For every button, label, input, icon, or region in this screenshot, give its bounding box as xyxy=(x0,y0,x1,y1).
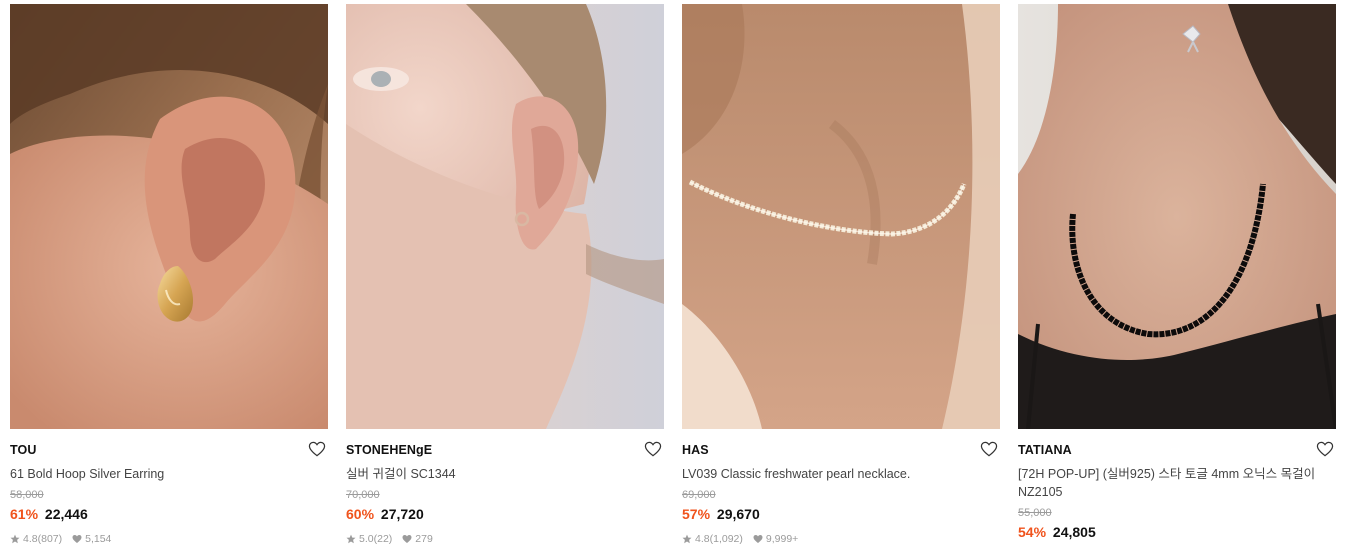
product-name[interactable]: 실버 귀걸이 SC1344 xyxy=(346,465,664,483)
brand-name[interactable]: STONEHENgE xyxy=(346,442,664,458)
product-stats: 4.8 (807) 5,154 xyxy=(10,532,328,546)
review-count: (1,092) xyxy=(709,533,743,545)
price-line: 54% 24,805 xyxy=(1018,523,1336,541)
discount-rate: 54% xyxy=(1018,524,1047,540)
original-price: 70,000 xyxy=(346,489,380,501)
price-line: 60% 27,720 xyxy=(346,505,664,523)
heart-outline-icon[interactable] xyxy=(308,441,326,457)
product-grid: TOU 61 Bold Hoop Silver Earring 58,000 6… xyxy=(0,0,1345,557)
star-icon xyxy=(682,534,692,544)
star-icon xyxy=(10,534,20,544)
original-price: 58,000 xyxy=(10,489,44,501)
brand-name[interactable]: TOU xyxy=(10,442,328,458)
heart-filled-icon xyxy=(72,534,82,544)
product-card[interactable]: TOU 61 Bold Hoop Silver Earring 58,000 6… xyxy=(10,4,328,557)
heart-outline-icon[interactable] xyxy=(1316,441,1334,457)
sale-price: 27,720 xyxy=(380,506,424,522)
rating-value: 4.8 xyxy=(695,533,710,545)
product-image[interactable] xyxy=(10,4,328,429)
heart-filled-icon xyxy=(402,534,412,544)
star-icon xyxy=(346,534,356,544)
product-name[interactable]: [72H POP-UP] (실버925) 스타 토글 4mm 오닉스 목걸이 N… xyxy=(1018,465,1336,501)
discount-rate: 57% xyxy=(682,506,711,522)
product-card[interactable]: HAS LV039 Classic freshwater pearl neckl… xyxy=(682,4,1000,557)
review-count: (807) xyxy=(37,533,63,545)
sale-price: 29,670 xyxy=(716,506,760,522)
like-count: 5,154 xyxy=(85,533,112,545)
heart-filled-icon xyxy=(753,534,763,544)
product-name[interactable]: LV039 Classic freshwater pearl necklace. xyxy=(682,465,1000,483)
discount-rate: 61% xyxy=(10,506,39,522)
original-price: 55,000 xyxy=(1018,507,1052,519)
heart-outline-icon[interactable] xyxy=(644,441,662,457)
product-stats: 4.8 (1,092) 9,999+ xyxy=(682,532,1000,546)
rating-value: 4.8 xyxy=(23,533,38,545)
sale-price: 22,446 xyxy=(44,506,88,522)
product-image[interactable] xyxy=(682,4,1000,429)
review-count: (22) xyxy=(373,533,393,545)
brand-name[interactable]: TATIANA xyxy=(1018,442,1336,458)
product-image[interactable] xyxy=(1018,4,1336,429)
product-name[interactable]: 61 Bold Hoop Silver Earring xyxy=(10,465,328,483)
product-card[interactable]: TATIANA [72H POP-UP] (실버925) 스타 토글 4mm 오… xyxy=(1018,4,1336,557)
rating-value: 5.0 xyxy=(359,533,374,545)
price-line: 57% 29,670 xyxy=(682,505,1000,523)
like-count: 9,999+ xyxy=(765,533,799,545)
price-line: 61% 22,446 xyxy=(10,505,328,523)
heart-outline-icon[interactable] xyxy=(980,441,998,457)
product-image[interactable] xyxy=(346,4,664,429)
sale-price: 24,805 xyxy=(1052,524,1096,540)
product-stats: 5.0 (22) 279 xyxy=(346,532,664,546)
discount-rate: 60% xyxy=(346,506,375,522)
original-price: 69,000 xyxy=(682,489,716,501)
brand-name[interactable]: HAS xyxy=(682,442,1000,458)
product-card[interactable]: STONEHENgE 실버 귀걸이 SC1344 70,000 60% 27,7… xyxy=(346,4,664,557)
like-count: 279 xyxy=(415,533,433,545)
